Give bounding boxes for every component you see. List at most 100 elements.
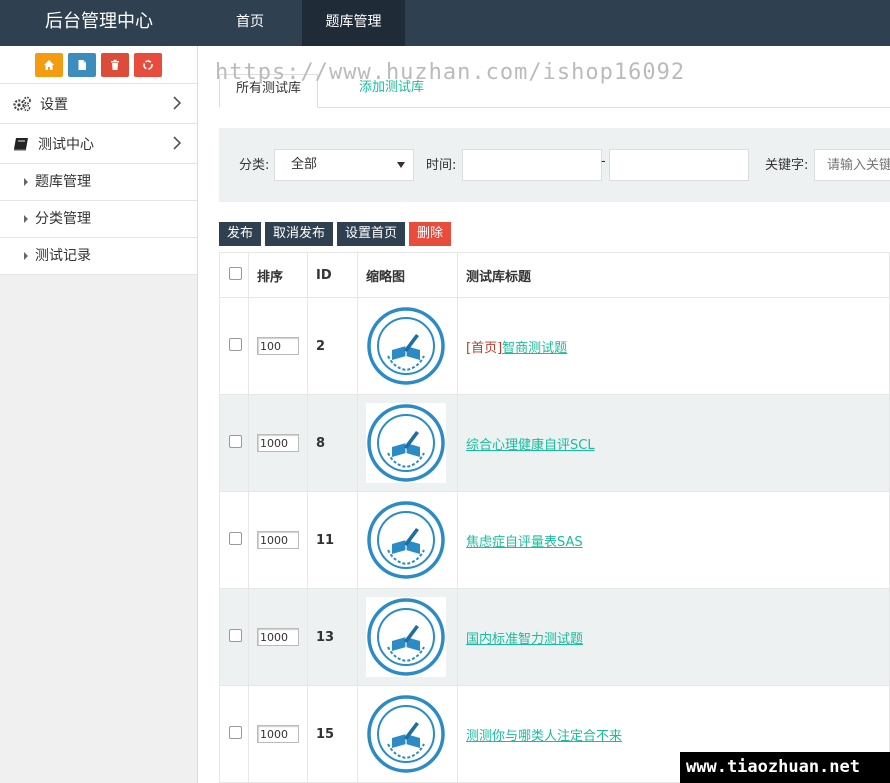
- trash-button[interactable]: [101, 52, 129, 77]
- sort-input[interactable]: [257, 628, 299, 646]
- thumb-cell: [357, 394, 458, 492]
- badge-logo-icon: [367, 501, 445, 579]
- chevron-down-icon: [397, 162, 405, 168]
- start-time-input[interactable]: [462, 149, 602, 181]
- delete-button[interactable]: 删除: [409, 222, 452, 246]
- time-label: 时间:: [426, 158, 457, 173]
- quick-buttons: [0, 46, 197, 84]
- sidebar-item-question-bank[interactable]: 题库管理: [0, 164, 197, 201]
- top-nav: 首页 题库管理: [198, 0, 405, 46]
- home-button[interactable]: [35, 52, 63, 77]
- library-title-link[interactable]: 智商测试题: [502, 341, 567, 356]
- submenu-test-center: 题库管理 分类管理 测试记录: [0, 164, 197, 275]
- thumb-cell: [357, 491, 458, 589]
- sort-input[interactable]: [257, 337, 299, 355]
- menu-settings[interactable]: 设置: [0, 84, 197, 124]
- id-cell: 8: [307, 394, 358, 492]
- file-button[interactable]: [68, 52, 96, 77]
- trash-icon: [111, 59, 119, 70]
- thumb-cell: [357, 588, 458, 686]
- table-row: 13 国内标准智力测试题: [219, 588, 890, 686]
- sort-input[interactable]: [257, 531, 299, 549]
- corner-watermark: www.tiaozhuan.net: [680, 752, 890, 783]
- sort-cell: [248, 685, 308, 783]
- library-title-link[interactable]: 国内标准智力测试题: [466, 632, 583, 647]
- row-select-cell: [219, 491, 249, 589]
- library-title-link[interactable]: 焦虑症自评量表SAS: [466, 535, 583, 550]
- thumbnail[interactable]: [366, 597, 446, 677]
- row-select-cell: [219, 297, 249, 395]
- caret-right-icon: [24, 178, 28, 186]
- select-all-cell: [219, 252, 249, 298]
- filter-bar: 分类: 全部 时间: - 关键字:: [219, 128, 890, 202]
- row-select-cell: [219, 588, 249, 686]
- badge-logo-icon: [367, 307, 445, 385]
- nav-home[interactable]: 首页: [198, 0, 302, 46]
- nav-question-bank[interactable]: 题库管理: [302, 0, 405, 46]
- category-label: 分类:: [239, 158, 270, 173]
- title-cell: 焦虑症自评量表SAS: [457, 491, 890, 589]
- id-cell: 13: [307, 588, 358, 686]
- thumbnail[interactable]: [366, 500, 446, 580]
- select-all-checkbox[interactable]: [229, 266, 242, 280]
- badge-logo-icon: [367, 404, 445, 482]
- sort-cell: [248, 588, 308, 686]
- menu-test-center-label: 测试中心: [38, 136, 94, 153]
- sidebar-item-label: 测试记录: [35, 248, 91, 264]
- sort-cell: [248, 394, 308, 492]
- category-select[interactable]: 全部: [274, 149, 414, 181]
- thumbnail[interactable]: [366, 403, 446, 483]
- row-checkbox[interactable]: [229, 434, 242, 448]
- recycle-button[interactable]: [134, 52, 162, 77]
- sidebar-item-label: 分类管理: [35, 211, 91, 227]
- sidebar-item-label: 题库管理: [35, 174, 91, 190]
- recycle-icon: [143, 59, 153, 70]
- keyword-label: 关键字:: [765, 158, 809, 173]
- badge-logo-icon: [367, 598, 445, 676]
- menu-settings-label: 设置: [40, 96, 68, 113]
- table-body: 2 [首页]智商测试题 8: [219, 297, 890, 783]
- time-separator: -: [601, 154, 606, 169]
- home-tag: [首页]: [466, 340, 503, 356]
- title-cell: 综合心理健康自评SCL: [457, 394, 890, 492]
- thumb-cell: [357, 685, 458, 783]
- id-cell: 15: [307, 685, 358, 783]
- chevron-right-icon: [173, 96, 181, 110]
- action-toolbar: 发布 取消发布 设置首页 删除: [219, 222, 452, 246]
- set-home-button[interactable]: 设置首页: [337, 222, 406, 246]
- sidebar-item-category[interactable]: 分类管理: [0, 201, 197, 238]
- row-checkbox[interactable]: [229, 725, 242, 739]
- table-row: 11 焦虑症自评量表SAS: [219, 491, 890, 589]
- sort-input[interactable]: [257, 725, 299, 743]
- url-watermark: https://www.huzhan.com/ishop16092: [215, 60, 686, 85]
- end-time-input[interactable]: [609, 149, 749, 181]
- thumbnail[interactable]: [366, 306, 446, 386]
- id-cell: 2: [307, 297, 358, 395]
- row-select-cell: [219, 394, 249, 492]
- file-icon: [78, 59, 86, 70]
- row-checkbox[interactable]: [229, 337, 242, 351]
- keyword-input[interactable]: [814, 149, 890, 181]
- sort-input[interactable]: [257, 434, 299, 452]
- menu-test-center[interactable]: 测试中心: [0, 124, 197, 164]
- library-title-link[interactable]: 测测你与哪类人注定合不来: [466, 729, 622, 744]
- sidebar-item-test-records[interactable]: 测试记录: [0, 238, 197, 275]
- header-title: 测试库标题: [457, 252, 890, 298]
- caret-right-icon: [24, 215, 28, 223]
- table-row: 2 [首页]智商测试题: [219, 297, 890, 395]
- library-title-link[interactable]: 综合心理健康自评SCL: [466, 438, 595, 453]
- row-select-cell: [219, 685, 249, 783]
- thumb-cell: [357, 297, 458, 395]
- home-icon: [44, 59, 54, 70]
- main-content: 所有测试库 添加测试库 https://www.huzhan.com/ishop…: [199, 46, 890, 783]
- sort-cell: [248, 297, 308, 395]
- badge-logo-icon: [367, 695, 445, 773]
- publish-button[interactable]: 发布: [219, 222, 262, 246]
- thumbnail[interactable]: [366, 694, 446, 774]
- row-checkbox[interactable]: [229, 628, 242, 642]
- brand-title: 后台管理中心: [45, 11, 153, 32]
- row-checkbox[interactable]: [229, 531, 242, 545]
- unpublish-button[interactable]: 取消发布: [265, 222, 334, 246]
- header-id: ID: [307, 252, 358, 298]
- sort-cell: [248, 491, 308, 589]
